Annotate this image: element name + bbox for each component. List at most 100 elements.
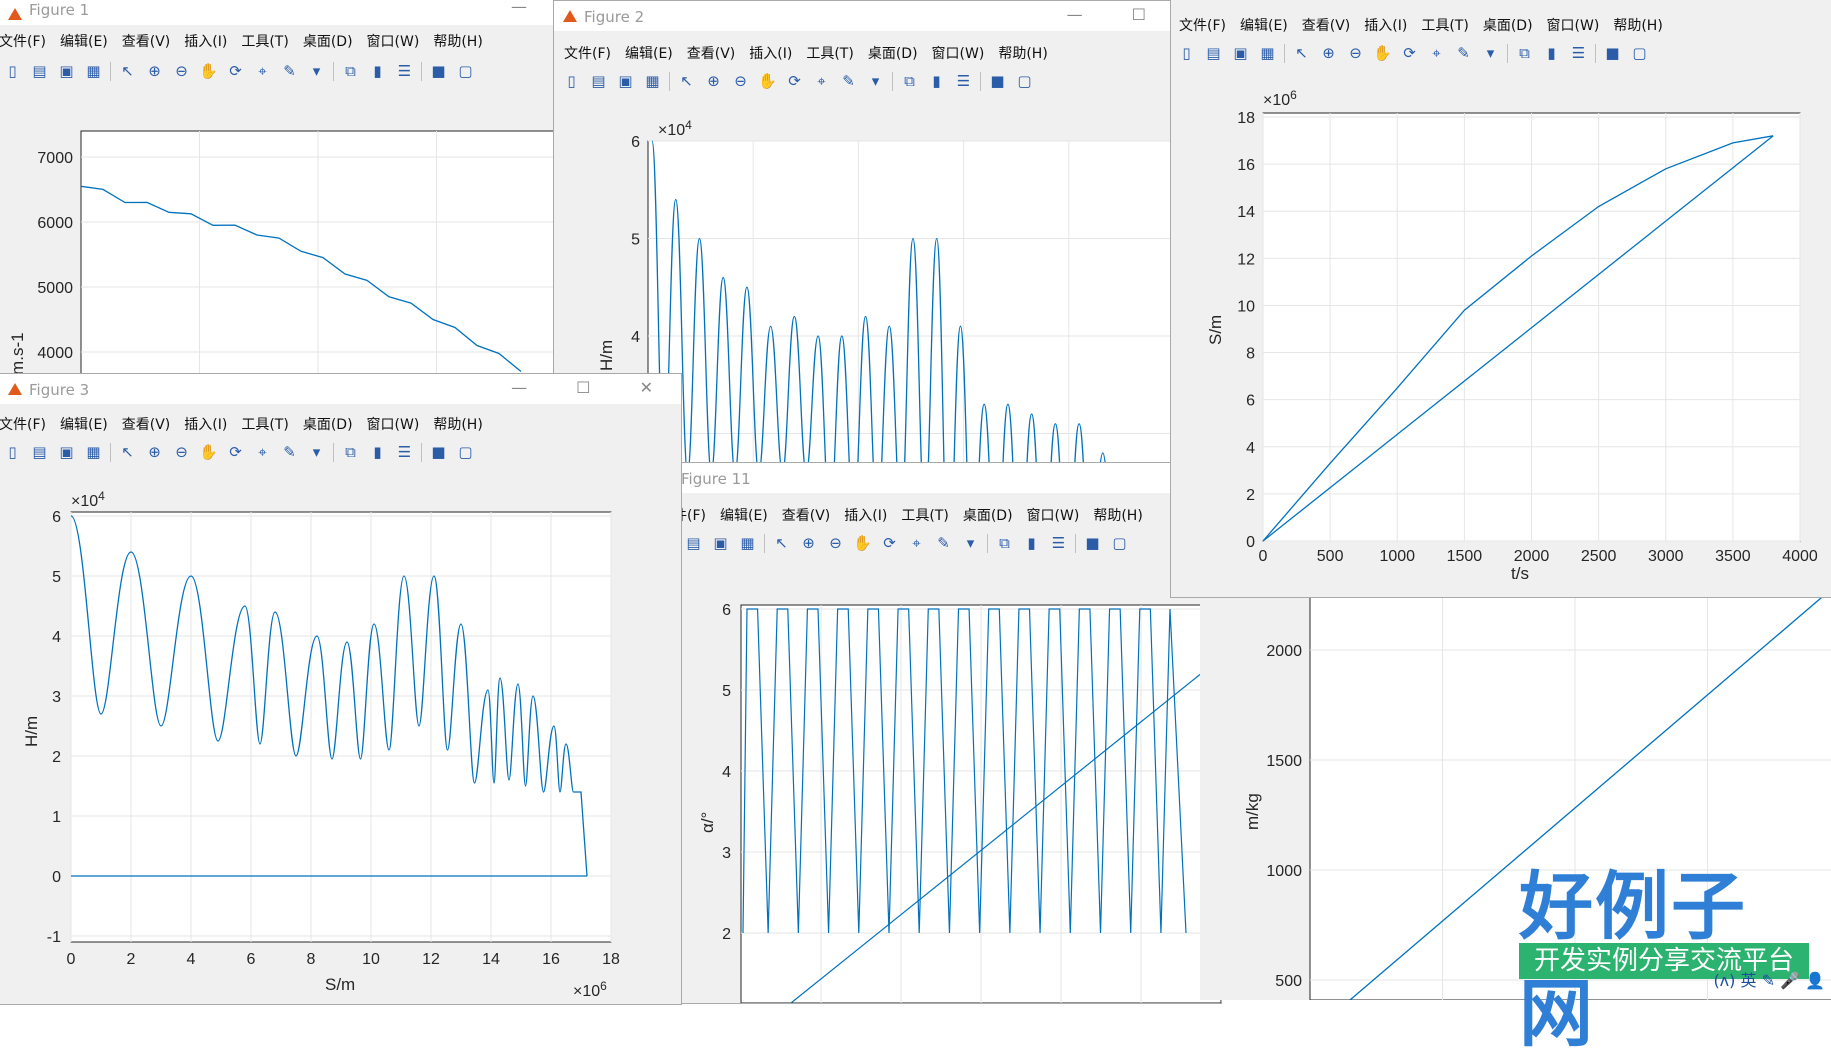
figure2-titlebar[interactable]: Figure 2 — ☐ [554,1,1174,31]
open-icon[interactable]: ▤ [1204,44,1223,63]
menu-item-6[interactable]: 窗口(W) [1547,15,1600,35]
pointer-icon[interactable]: ↖ [118,443,137,462]
menu-item-1[interactable]: 编辑(E) [60,31,108,51]
menu-item-2[interactable]: 查看(V) [782,505,831,525]
menu-item-0[interactable]: 文件(F) [564,43,611,63]
datatip-icon[interactable]: ⌖ [253,443,272,462]
menu-item-7[interactable]: 帮助(H) [433,31,482,51]
save-icon[interactable]: ▣ [616,72,635,91]
menu-item-2[interactable]: 查看(V) [1302,15,1351,35]
window-controls[interactable]: — ☐ [1067,5,1168,24]
colorbar-icon[interactable]: ▮ [927,72,946,91]
rotate-icon[interactable]: ⟳ [785,72,804,91]
brush-icon[interactable]: ✎ [934,534,953,553]
link-icon[interactable]: ⧉ [900,72,919,91]
zoom-in-icon[interactable]: ⊕ [704,72,723,91]
open-icon[interactable]: ▤ [30,62,49,81]
figure-sm-window[interactable]: 文件(F) 编辑(E) 查看(V) 插入(I) 工具(T) 桌面(D) 窗口(W) 帮助(H)… [1170,0,1831,598]
menu-item-2[interactable]: 查看(V) [122,414,171,434]
menu-item-1[interactable]: 编辑(E) [720,505,768,525]
menu-item-4[interactable]: 工具(T) [806,43,853,63]
menu-item-6[interactable]: 窗口(W) [367,414,420,434]
dropdown-icon[interactable]: ▾ [961,534,980,553]
print-icon[interactable]: ▦ [84,62,103,81]
pan-icon[interactable]: ✋ [1373,44,1392,63]
colorbar-icon[interactable]: ▮ [368,62,387,81]
legend-icon[interactable]: ☰ [395,62,414,81]
rotate-icon[interactable]: ⟳ [1400,44,1419,63]
menu-item-4[interactable]: 工具(T) [241,414,288,434]
menu-item-1[interactable]: 编辑(E) [1240,15,1288,35]
menu-item-1[interactable]: 编辑(E) [60,414,108,434]
open-icon[interactable]: ▤ [589,72,608,91]
zoom-in-icon[interactable]: ⊕ [145,62,164,81]
link-icon[interactable]: ⧉ [341,62,360,81]
pointer-icon[interactable]: ↖ [772,534,791,553]
menu-item-6[interactable]: 窗口(W) [932,43,985,63]
print-icon[interactable]: ▦ [1258,44,1277,63]
menu-item-2[interactable]: 查看(V) [687,43,736,63]
menu-item-4[interactable]: 工具(T) [901,505,948,525]
datatip-icon[interactable]: ⌖ [253,62,272,81]
zoom-in-icon[interactable]: ⊕ [1319,44,1338,63]
zoom-out-icon[interactable]: ⊖ [172,443,191,462]
save-icon[interactable]: ▣ [711,534,730,553]
link-icon[interactable]: ⧉ [341,443,360,462]
save-icon[interactable]: ▣ [1231,44,1250,63]
legend-icon[interactable]: ☰ [395,443,414,462]
rotate-icon[interactable]: ⟳ [880,534,899,553]
datatip-icon[interactable]: ⌖ [907,534,926,553]
menu-item-3[interactable]: 插入(I) [1364,15,1407,35]
pointer-icon[interactable]: ↖ [677,72,696,91]
zoom-in-icon[interactable]: ⊕ [145,443,164,462]
menu-item-0[interactable]: 文件(F) [1179,15,1226,35]
zoom-out-icon[interactable]: ⊖ [826,534,845,553]
link-icon[interactable]: ⧉ [995,534,1014,553]
hide-tools-icon[interactable]: ■ [429,443,448,462]
rotate-icon[interactable]: ⟳ [226,62,245,81]
menu-item-4[interactable]: 工具(T) [1421,15,1468,35]
pan-icon[interactable]: ✋ [199,443,218,462]
menu-item-5[interactable]: 桌面(D) [1483,15,1533,35]
zoom-out-icon[interactable]: ⊖ [1346,44,1365,63]
menu-item-7[interactable]: 帮助(H) [998,43,1047,63]
brush-icon[interactable]: ✎ [280,443,299,462]
menu-item-6[interactable]: 窗口(W) [367,31,420,51]
menu-item-2[interactable]: 查看(V) [122,31,171,51]
dropdown-icon[interactable]: ▾ [1481,44,1500,63]
new-icon[interactable]: ▯ [3,62,22,81]
new-icon[interactable]: ▯ [562,72,581,91]
colorbar-icon[interactable]: ▮ [1022,534,1041,553]
legend-icon[interactable]: ☰ [1049,534,1068,553]
dropdown-icon[interactable]: ▾ [307,62,326,81]
figure3-window[interactable]: Figure 3 — ☐ ✕ 文件(F) 编辑(E) 查看(V) 插入(I) 工具(T)… [0,373,682,1005]
menu-item-0[interactable]: 文件(F) [0,31,46,51]
menu-item-5[interactable]: 桌面(D) [868,43,918,63]
menu-item-5[interactable]: 桌面(D) [963,505,1013,525]
menu-item-5[interactable]: 桌面(D) [303,414,353,434]
menu-item-7[interactable]: 帮助(H) [433,414,482,434]
menu-item-3[interactable]: 插入(I) [844,505,887,525]
hide-tools-icon[interactable]: ■ [429,62,448,81]
figure1-titlebar[interactable]: Figure 1 — [0,0,555,25]
menu-item-5[interactable]: 桌面(D) [303,31,353,51]
new-icon[interactable]: ▯ [1177,44,1196,63]
datatip-icon[interactable]: ⌖ [1427,44,1446,63]
open-icon[interactable]: ▤ [30,443,49,462]
brush-icon[interactable]: ✎ [839,72,858,91]
dock-icon[interactable]: ▢ [1110,534,1129,553]
pan-icon[interactable]: ✋ [853,534,872,553]
print-icon[interactable]: ▦ [738,534,757,553]
system-tray[interactable]: (ʌ) 英 ✎ 🎤 👤 [1713,967,1825,991]
window-controls[interactable]: — ☐ ✕ [511,378,675,397]
dock-icon[interactable]: ▢ [456,62,475,81]
dock-icon[interactable]: ▢ [1630,44,1649,63]
link-icon[interactable]: ⧉ [1515,44,1534,63]
legend-icon[interactable]: ☰ [1569,44,1588,63]
new-icon[interactable]: ▯ [3,443,22,462]
dock-icon[interactable]: ▢ [1015,72,1034,91]
hide-tools-icon[interactable]: ■ [988,72,1007,91]
menu-item-7[interactable]: 帮助(H) [1613,15,1662,35]
minimize-button[interactable]: — [511,0,549,16]
zoom-in-icon[interactable]: ⊕ [799,534,818,553]
